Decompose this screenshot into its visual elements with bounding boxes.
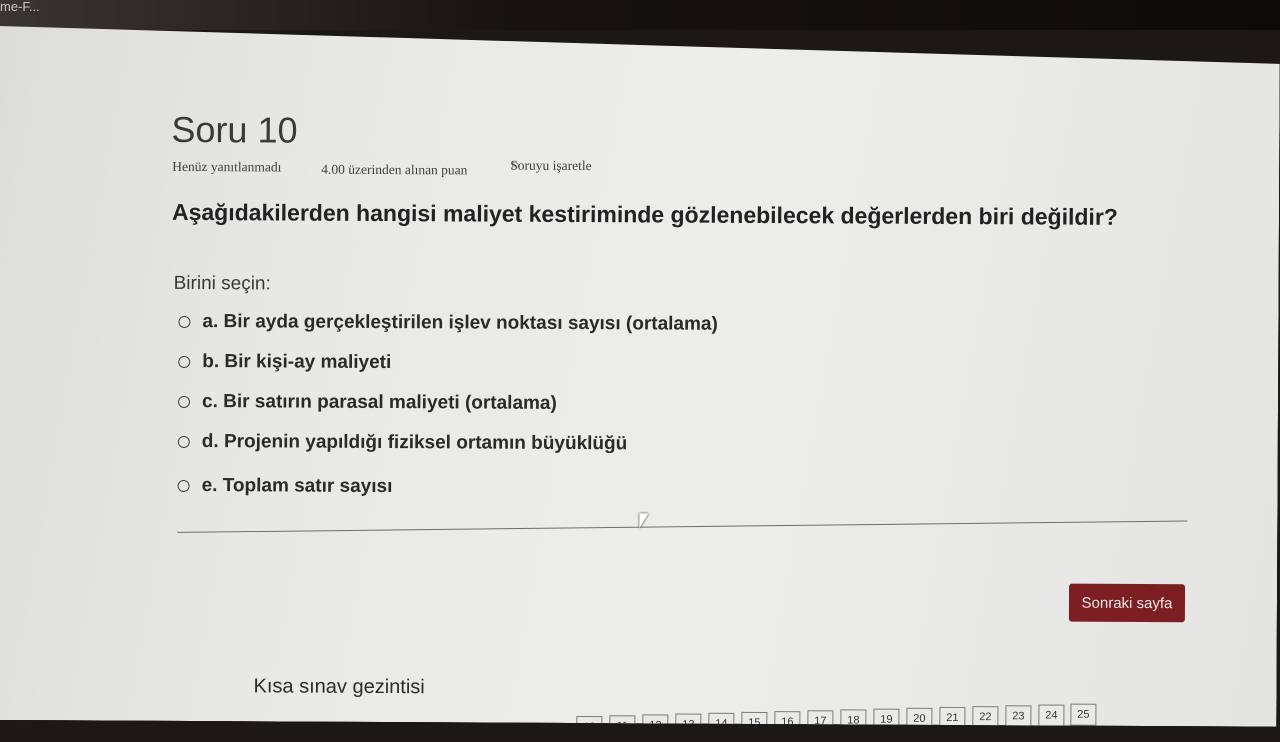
quiz-page-button[interactable]: 24 [1038, 704, 1064, 726]
quiz-page-button[interactable]: 15 [741, 712, 767, 734]
answer-option-c[interactable]: c. Bir satırın parasal maliyeti (ortalam… [178, 391, 557, 415]
quiz-page-button[interactable]: 25 [1070, 704, 1096, 726]
answer-option-d[interactable]: d. Projenin yapıldığı fiziksel ortamın b… [178, 431, 628, 455]
quiz-page-button[interactable]: 12 [642, 714, 668, 736]
section-divider [177, 520, 1187, 532]
score-info: 4.00 üzerinden alınan puan [321, 161, 468, 178]
quiz-page-button[interactable]: 14 [708, 713, 734, 735]
radio-icon[interactable] [178, 316, 190, 328]
answer-status: Henüz yanıtlanmadı [172, 158, 282, 175]
quiz-navigation-title: Kısa sınav gezintisi [253, 675, 425, 699]
radio-icon[interactable] [178, 356, 190, 368]
answer-option-e[interactable]: e. Toplam satır sayısı [178, 475, 393, 498]
quiz-page-button[interactable]: 20 [906, 708, 932, 730]
radio-icon[interactable] [178, 436, 190, 448]
answer-option-label: b. Bir kişi-ay maliyeti [202, 351, 392, 374]
answer-option-label: d. Projenin yapıldığı fiziksel ortamın b… [201, 431, 628, 455]
quiz-page-button[interactable]: 18 [840, 709, 866, 731]
quiz-page-button[interactable]: 13 [675, 714, 701, 736]
quiz-navigation-buttons: 10 11 12 13 14 15 16 17 18 19 20 21 22 2… [568, 697, 1128, 740]
answer-option-label: e. Toplam satır sayısı [201, 475, 393, 498]
browser-tab-title[interactable]: me-F... [0, 0, 40, 14]
answer-option-label: a. Bir ayda gerçekleştirilen işlev nokta… [202, 311, 718, 335]
quiz-page-button[interactable]: 10 [576, 716, 602, 738]
quiz-page-button[interactable]: 22 [972, 706, 998, 728]
quiz-page-button[interactable]: 16 [774, 711, 800, 733]
quiz-page-button[interactable]: 17 [807, 710, 833, 732]
quiz-page-button[interactable]: 11 [609, 715, 635, 737]
question-text: Aşağıdakilerden hangisi maliyet kestirim… [171, 198, 1118, 230]
question-number-title: Soru 10 [171, 108, 298, 151]
choose-one-prompt: Birini seçin: [173, 272, 271, 295]
answer-option-a[interactable]: a. Bir ayda gerçekleştirilen işlev nokta… [178, 311, 717, 336]
next-page-button[interactable]: Sonraki sayfa [1069, 584, 1185, 623]
browser-top-bar: me-F... [0, 0, 1280, 30]
flag-question-label: Soruyu işaretle [510, 157, 592, 174]
quiz-page-button[interactable]: 21 [939, 707, 965, 729]
mouse-cursor-icon [639, 513, 648, 528]
answer-option-label: c. Bir satırın parasal maliyeti (ortalam… [201, 391, 557, 414]
radio-icon[interactable] [178, 480, 190, 492]
radio-icon[interactable] [178, 396, 190, 408]
quiz-page: Soru 10 Henüz yanıtlanmadı 4.00 üzerinde… [0, 26, 1280, 727]
quiz-page-button[interactable]: 23 [1005, 705, 1031, 727]
answer-option-b[interactable]: b. Bir kişi-ay maliyeti [178, 351, 391, 374]
